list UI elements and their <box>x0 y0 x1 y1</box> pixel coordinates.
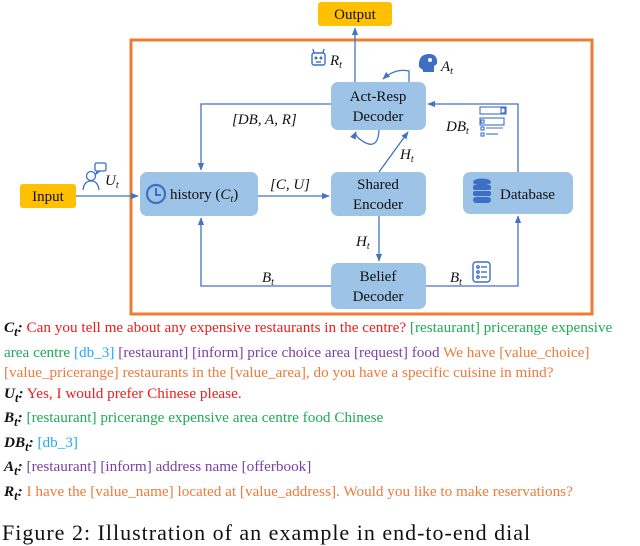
shared-encoder-box: Shared Encoder <box>331 172 426 216</box>
label-encoder-input: [C, U] <box>270 177 310 193</box>
legend-action: At: [restaurant] [inform] address name [… <box>4 458 312 479</box>
search-form-icon <box>479 106 507 137</box>
response-text: I have the [value_name] located at [valu… <box>26 482 573 500</box>
label-belief-history: Bt <box>262 270 274 288</box>
act-resp-decoder-box: Act-Resp Decoder <box>331 82 426 130</box>
history-label: history (Ct) <box>170 187 238 205</box>
user-chat-icon <box>82 162 107 191</box>
architecture-diagram: Output Input Act-Resp Decoder history (C… <box>20 2 594 316</box>
output-label: Output <box>334 7 377 23</box>
arrow-loop-bottom <box>350 129 380 145</box>
legend-response: Rt: I have the [value_name] located at [… <box>4 482 573 503</box>
shared-encoder-line2: Encoder <box>353 197 403 213</box>
legend-context: Ct: Can you tell me about any expensive … <box>4 318 640 384</box>
belief-line2: Decoder <box>353 289 404 305</box>
label-db-result: DBt <box>445 119 469 137</box>
arrow-action-loop-top <box>382 69 410 82</box>
belief-decoder-box: Belief Decoder <box>331 263 426 309</box>
robot-icon <box>311 48 326 66</box>
context-action: [restaurant] [inform] price choice area … <box>118 343 444 361</box>
label-history-update: [DB, A, R] <box>232 112 297 128</box>
legend: Ct: Can you tell me about any expensive … <box>4 318 640 506</box>
input-label: Input <box>32 189 64 205</box>
action-text: [restaurant] [inform] address name [offe… <box>26 458 312 476</box>
input-box: Input <box>20 184 76 208</box>
legend-belief: Bt: [restaurant] pricerange expensive ar… <box>4 409 384 430</box>
history-box: history (Ct) <box>140 172 258 216</box>
user-utterance-text: Yes, I would prefer Chinese please. <box>26 384 242 402</box>
context-db: [db_3] <box>73 343 119 361</box>
database-box: Database <box>463 172 573 214</box>
belief-line1: Belief <box>360 269 397 285</box>
label-belief-db: Bt <box>450 270 462 288</box>
figure-caption: Figure 2: Illustration of an example in … <box>2 520 532 545</box>
output-box: Output <box>318 2 392 26</box>
database-label: Database <box>500 187 555 203</box>
arrow-belief-database <box>426 215 522 287</box>
act-resp-line1: Act-Resp <box>350 89 407 105</box>
db-text: [db_3] <box>37 433 79 451</box>
shared-encoder-line1: Shared <box>357 177 399 193</box>
legend-key-c: Ct: <box>4 319 23 340</box>
belief-text: [restaurant] pricerange expensive area c… <box>26 409 384 427</box>
label-user-utterance: Ut <box>105 173 119 191</box>
act-resp-line2: Decoder <box>353 109 404 125</box>
label-response: Rt <box>329 53 342 71</box>
label-hidden-act: Ht <box>399 147 414 165</box>
head-brain-icon <box>418 54 438 72</box>
list-icon <box>472 261 491 283</box>
context-user-turn: Can you tell me about any expensive rest… <box>26 319 410 336</box>
label-hidden-belief: Ht <box>355 234 370 252</box>
legend-db: DBt: [db_3] <box>4 433 79 454</box>
legend-user: Ut: Yes, I would prefer Chinese please. <box>4 384 242 405</box>
label-action: At <box>440 59 453 77</box>
